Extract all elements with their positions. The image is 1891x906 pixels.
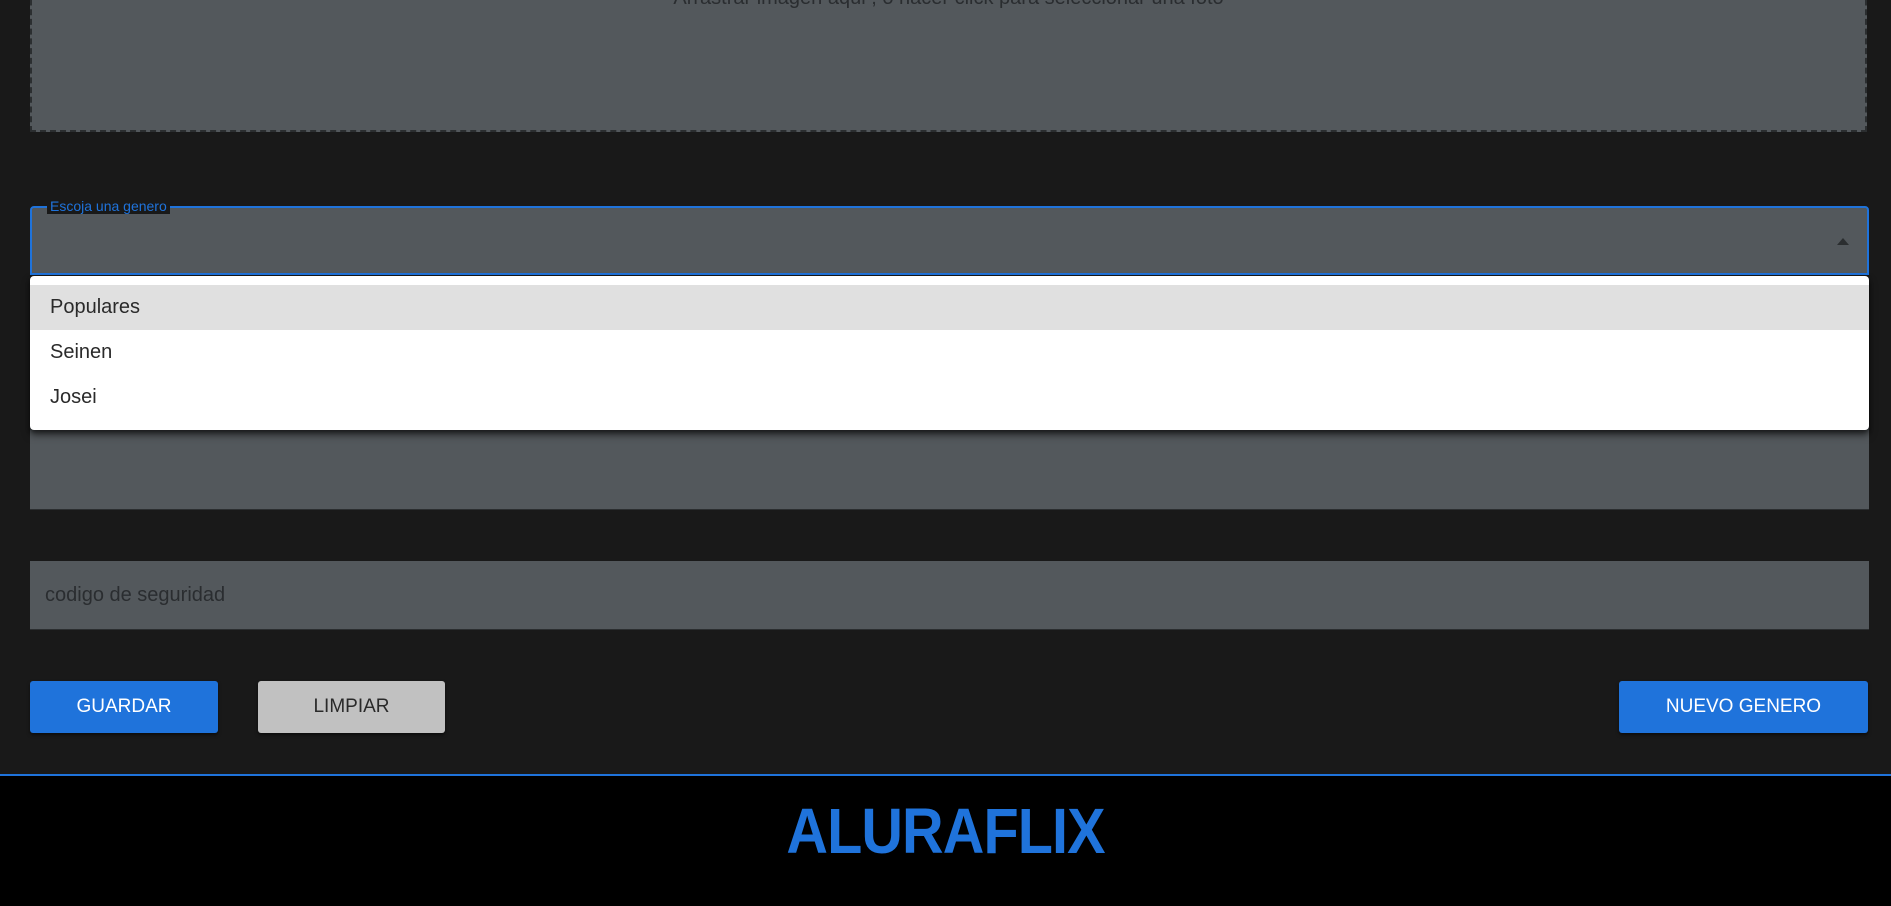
genre-select[interactable] [30,206,1869,275]
clear-button[interactable]: LIMPIAR [258,681,445,733]
description-field[interactable] [30,425,1869,510]
dropdown-option-seinen[interactable]: Seinen [30,330,1869,375]
security-code-placeholder: codigo de seguridad [45,584,226,606]
new-genre-button[interactable]: NUEVO GENERO [1619,681,1868,733]
genre-select-label: Escoja una genero [47,198,170,214]
image-dropzone[interactable]: Arrastrar imagen aqui , o hacer click pa… [30,0,1867,132]
genre-dropdown-menu: Populares Seinen Josei [30,276,1869,430]
save-button[interactable]: GUARDAR [30,681,218,733]
dropzone-hint: Arrastrar imagen aqui , o hacer click pa… [32,0,1865,8]
dropdown-option-josei[interactable]: Josei [30,375,1869,420]
security-code-input[interactable]: codigo de seguridad [30,561,1869,630]
footer: ALURAFLIX [0,774,1891,906]
dropdown-option-populares[interactable]: Populares [30,285,1869,330]
aluraflix-logo[interactable]: ALURAFLIX [95,796,1797,866]
caret-up-icon[interactable] [1837,238,1849,245]
